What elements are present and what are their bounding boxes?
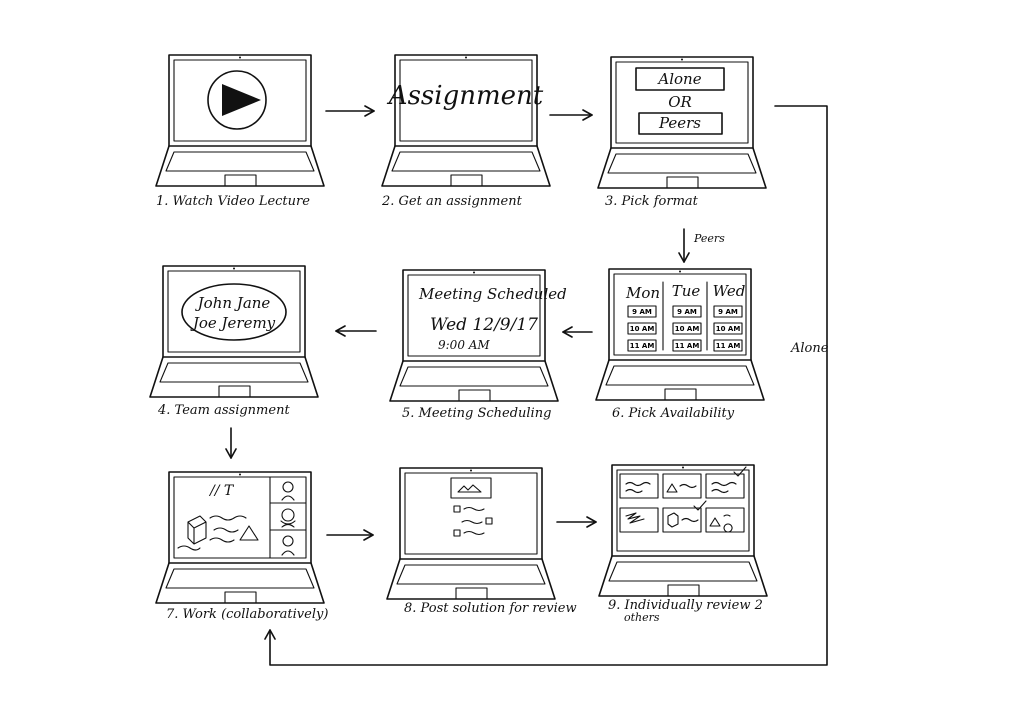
solution-thumbnail [450,477,492,499]
step-3-caption: 3. Pick format [605,194,699,209]
whiteboard-sketch [177,515,259,551]
step-4-caption: 4. Team assignment [157,403,290,418]
team-names-line1: John Jane [195,294,271,312]
day-tue: Tue [672,282,701,300]
check-icon [693,500,707,511]
step-7-laptop: // T [155,471,325,604]
slot-mon-10: 10 AM [630,325,655,333]
step-8-caption: 8. Post solution for review [404,601,577,616]
whiteboard-tools: // T [208,483,235,499]
step-1-laptop [155,54,325,187]
step-5-caption: 5. Meeting Scheduling [402,406,551,421]
review-grid [619,466,747,533]
step-6-caption: 6. Pick Availability [612,406,735,421]
meeting-title: Meeting Scheduled [418,285,567,303]
play-icon [222,84,261,116]
slot-wed-11: 11 AM [716,342,741,350]
or-label: OR [668,93,692,111]
team-names-line2: Joe Jeremy [190,314,276,332]
slot-grid: 9 AM 9 AM 9 AM 10 AM 10 AM 10 AM 11 AM 1… [627,305,743,352]
peers-option-label: Peers [658,114,701,132]
assignment-text: Assignment [387,81,544,111]
alone-option-label: Alone [656,70,701,88]
step-7-caption: 7. Work (collaboratively) [166,607,328,622]
slot-tue-9: 9 AM [677,308,697,316]
step-9-caption-line2: others [624,611,660,624]
step-4-laptop: John Jane Joe Jeremy [149,265,319,398]
peers-arrow-label: Peers [693,232,725,245]
meeting-date: Wed 12/9/17 [430,315,538,335]
step-8-laptop [386,467,556,600]
day-mon: Mon [625,284,660,302]
step-9-laptop [598,464,768,597]
day-wed: Wed [713,282,746,300]
alone-arrow-label: Alone [790,341,829,356]
step-1-caption: 1. Watch Video Lecture [156,194,310,209]
slot-wed-9: 9 AM [718,308,738,316]
avatar-1 [281,481,295,501]
slot-tue-11: 11 AM [675,342,700,350]
avatar-2 [280,508,296,528]
step-2-laptop: Assignment [381,54,551,187]
slot-wed-10: 10 AM [716,325,741,333]
workflow-diagram: 1. Watch Video Lecture Assignment 2. Get… [149,54,829,666]
slot-mon-11: 11 AM [630,342,655,350]
step-2-caption: 2. Get an assignment [381,194,523,209]
slot-tue-10: 10 AM [675,325,700,333]
avatar-3 [281,535,295,556]
step-3-laptop: Alone OR Peers [597,56,767,189]
step-5-laptop: Meeting Scheduled Wed 12/9/17 9:00 AM [389,269,567,402]
slot-mon-9: 9 AM [632,308,652,316]
step-6-laptop: Mon Tue Wed 9 AM 9 AM 9 AM 10 AM 10 AM 1… [595,268,765,401]
meeting-time: 9:00 AM [438,338,490,352]
